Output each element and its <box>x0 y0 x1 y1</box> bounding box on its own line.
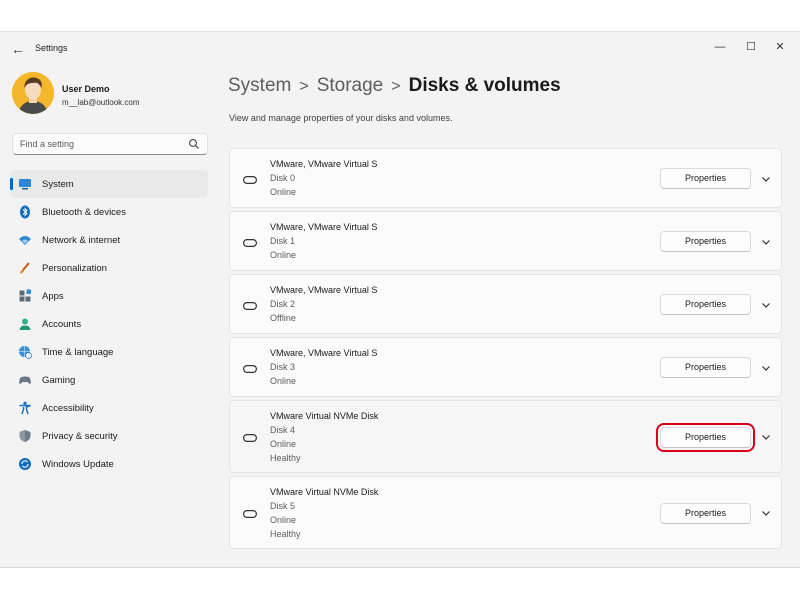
properties-button[interactable]: Properties <box>660 168 751 189</box>
disk-name: VMware Virtual NVMe Disk <box>270 487 379 497</box>
drive-icon <box>243 302 257 310</box>
system-icon <box>19 179 31 190</box>
maximize-button[interactable]: ☐ <box>737 37 765 57</box>
sidebar-item-gaming[interactable]: Gaming <box>10 366 208 394</box>
avatar[interactable] <box>12 72 54 114</box>
chevron-down-icon[interactable] <box>760 507 772 519</box>
gamepad-icon <box>19 376 31 384</box>
disk-card-2[interactable]: VMware, VMware Virtual S Disk 2 Offline … <box>229 274 782 334</box>
sidebar-item-label: Personalization <box>42 263 107 274</box>
sidebar-nav: System Bluetooth & devices Network & int… <box>10 170 208 478</box>
disk-name: VMware, VMware Virtual S <box>270 285 378 295</box>
shield-icon <box>19 430 31 442</box>
sidebar-item-bluetooth[interactable]: Bluetooth & devices <box>10 198 208 226</box>
sidebar-item-label: Apps <box>42 291 64 302</box>
sidebar-item-accounts[interactable]: Accounts <box>10 310 208 338</box>
title-bar: ← Settings — ☐ ✕ <box>0 32 800 66</box>
brush-icon <box>20 262 30 274</box>
drive-icon <box>243 176 257 184</box>
sidebar-item-accessibility[interactable]: Accessibility <box>10 394 208 422</box>
chevron-down-icon[interactable] <box>760 362 772 374</box>
disk-status: Online <box>270 376 297 386</box>
sidebar-item-label: Network & internet <box>42 235 121 246</box>
drive-icon <box>243 365 257 373</box>
disk-health: Healthy <box>270 529 301 539</box>
properties-button[interactable]: Properties <box>656 423 755 452</box>
properties-button[interactable]: Properties <box>660 231 751 252</box>
close-button[interactable]: ✕ <box>766 37 794 57</box>
disk-name: VMware Virtual NVMe Disk <box>270 411 379 421</box>
disk-name: VMware, VMware Virtual S <box>270 159 378 169</box>
breadcrumb-system[interactable]: System <box>228 75 291 96</box>
sidebar-item-network[interactable]: Network & internet <box>10 226 208 254</box>
drive-icon <box>243 239 257 247</box>
drive-icon <box>243 510 257 518</box>
settings-window: ← Settings — ☐ ✕ User Demo m__lab@outloo… <box>0 31 800 568</box>
disk-number: Disk 2 <box>270 299 296 309</box>
disk-card-4[interactable]: VMware Virtual NVMe Disk Disk 4 Online H… <box>229 400 782 473</box>
breadcrumb-separator: > <box>391 78 401 95</box>
app-title: Settings <box>35 43 68 53</box>
minimize-button[interactable]: — <box>706 37 734 57</box>
properties-button[interactable]: Properties <box>660 357 751 378</box>
search-icon[interactable] <box>188 138 200 150</box>
page-description: View and manage properties of your disks… <box>229 113 453 123</box>
wifi-icon <box>19 236 31 245</box>
disk-card-5[interactable]: VMware Virtual NVMe Disk Disk 5 Online H… <box>229 476 782 549</box>
sidebar-item-windows-update[interactable]: Windows Update <box>10 450 208 478</box>
breadcrumb-separator: > <box>299 78 309 95</box>
chevron-down-icon[interactable] <box>760 173 772 185</box>
disk-status: Online <box>270 187 297 197</box>
user-email: m__lab@outlook.com <box>62 98 140 107</box>
sidebar-item-apps[interactable]: Apps <box>10 282 208 310</box>
disk-number: Disk 1 <box>270 236 296 246</box>
sidebar-item-label: System <box>42 179 74 190</box>
sidebar-item-label: Gaming <box>42 375 76 386</box>
chevron-down-icon[interactable] <box>760 299 772 311</box>
sidebar-item-label: Accessibility <box>42 403 94 414</box>
disk-number: Disk 4 <box>270 425 296 435</box>
disk-number: Disk 5 <box>270 501 296 511</box>
chevron-down-icon[interactable] <box>760 236 772 248</box>
accessibility-icon <box>19 401 31 415</box>
page-title: Disks & volumes <box>408 75 561 96</box>
properties-button[interactable]: Properties <box>660 503 751 524</box>
disk-status: Online <box>270 515 297 525</box>
breadcrumb-storage[interactable]: Storage <box>317 75 384 96</box>
user-name: User Demo <box>62 84 110 94</box>
disk-status: Online <box>270 439 297 449</box>
search-input[interactable]: Find a setting <box>12 133 208 155</box>
back-arrow-icon[interactable]: ← <box>9 40 27 58</box>
disk-card-1[interactable]: VMware, VMware Virtual S Disk 1 Online P… <box>229 211 782 271</box>
disk-card-0[interactable]: VMware, VMware Virtual S Disk 0 Online P… <box>229 148 782 208</box>
globe-clock-icon <box>19 346 32 359</box>
sidebar-item-privacy[interactable]: Privacy & security <box>10 422 208 450</box>
sidebar-item-personalization[interactable]: Personalization <box>10 254 208 282</box>
sidebar-item-label: Privacy & security <box>42 431 118 442</box>
disk-card-3[interactable]: VMware, VMware Virtual S Disk 3 Online P… <box>229 337 782 397</box>
breadcrumb: System > Storage > Disks & volumes <box>228 75 561 97</box>
disk-status: Online <box>270 250 297 260</box>
sidebar-item-label: Time & language <box>42 347 114 358</box>
bluetooth-icon <box>20 205 30 219</box>
sidebar-item-label: Bluetooth & devices <box>42 207 126 218</box>
disk-name: VMware, VMware Virtual S <box>270 348 378 358</box>
disk-health: Healthy <box>270 453 301 463</box>
active-indicator <box>10 178 13 190</box>
properties-button[interactable]: Properties <box>660 294 751 315</box>
sidebar-item-time-language[interactable]: Time & language <box>10 338 208 366</box>
disk-number: Disk 0 <box>270 173 296 183</box>
apps-icon <box>19 289 32 302</box>
disk-number: Disk 3 <box>270 362 296 372</box>
disk-name: VMware, VMware Virtual S <box>270 222 378 232</box>
disk-status: Offline <box>270 313 296 323</box>
update-icon <box>19 458 31 470</box>
sidebar-item-system[interactable]: System <box>10 170 208 198</box>
chevron-down-icon[interactable] <box>760 431 772 443</box>
accounts-icon <box>19 318 31 330</box>
search-placeholder: Find a setting <box>20 139 75 149</box>
drive-icon <box>243 434 257 442</box>
sidebar-item-label: Windows Update <box>42 459 114 470</box>
sidebar-item-label: Accounts <box>42 319 82 330</box>
